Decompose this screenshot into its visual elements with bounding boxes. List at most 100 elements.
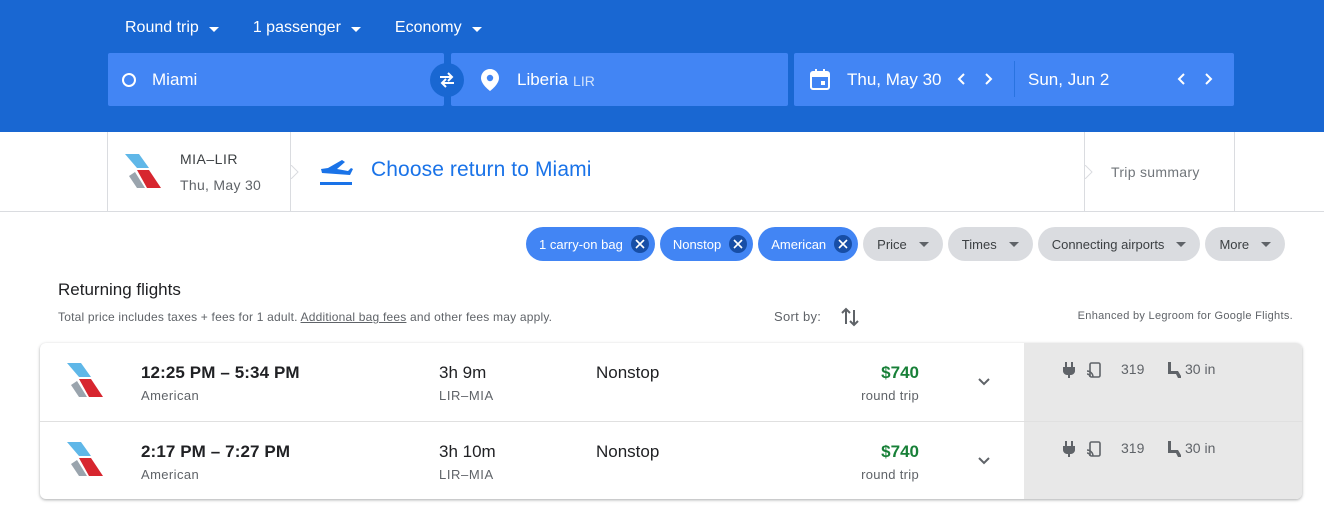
flight-price: $740 <box>881 442 919 461</box>
dropdown-caret-icon <box>471 26 482 32</box>
dropdown-caret-icon <box>918 241 929 247</box>
mobile-stream-icon <box>1087 441 1101 457</box>
filter-chip-nonstop[interactable]: Nonstop <box>659 227 754 261</box>
origin-field[interactable]: Miami <box>108 53 444 106</box>
expand-icon[interactable] <box>976 373 992 389</box>
flight-route: LIR–MIA <box>439 467 494 482</box>
filter-menu-label: Price <box>877 236 907 252</box>
dropdown-caret-icon <box>1261 241 1272 247</box>
swap-icon <box>440 72 454 88</box>
dates-field[interactable]: Thu, May 30 Sun, Jun 2 <box>794 53 1234 106</box>
filter-chip-airline[interactable]: American <box>758 227 859 261</box>
trip-summary-label: Trip summary <box>1111 164 1200 180</box>
flight-times: 2:17 PM – 7:27 PM <box>141 442 291 461</box>
flight-price-type: round trip <box>861 467 919 482</box>
results-title: Returning flights <box>58 280 181 299</box>
trip-summary-step[interactable]: Trip summary <box>1084 132 1235 211</box>
outbound-step[interactable]: MIA–LIR Thu, May 30 <box>107 132 291 211</box>
origin-value: Miami <box>152 69 198 89</box>
date-divider <box>1014 61 1015 97</box>
filter-menu-label: More <box>1219 236 1250 252</box>
sort-icon[interactable] <box>840 306 860 328</box>
legroom-icon <box>1168 362 1181 378</box>
amenities-panel: 319 30 in <box>1024 343 1302 421</box>
return-plane-icon <box>320 160 353 185</box>
flight-duration: 3h 10m <box>439 442 496 461</box>
flight-row[interactable]: 2:17 PM – 7:27 PM American 3h 10m LIR–MI… <box>40 421 1302 499</box>
trip-type-label: Round trip <box>125 19 199 36</box>
dropdown-caret-icon <box>1176 241 1187 247</box>
results-subtitle: Total price includes taxes + fees for 1 … <box>58 310 552 324</box>
flight-list: 12:25 PM – 5:34 PM American 3h 9m LIR–MI… <box>40 343 1302 499</box>
cabin-class-dropdown[interactable]: Economy <box>395 18 482 38</box>
flight-price: $740 <box>881 363 919 382</box>
sort-label: Sort by: <box>774 309 822 324</box>
destination-code: LIR <box>573 72 595 89</box>
chevron-right-icon[interactable] <box>1200 71 1216 87</box>
filter-times-dropdown[interactable]: Times <box>947 227 1033 261</box>
aircraft-type: 319 <box>1121 361 1145 377</box>
flight-times: 12:25 PM – 5:34 PM <box>141 363 300 382</box>
cabin-class-label: Economy <box>394 19 462 36</box>
return-date[interactable]: Sun, Jun 2 <box>1028 70 1109 90</box>
flight-airline: American <box>141 467 200 482</box>
filter-more-dropdown[interactable]: More <box>1205 227 1286 261</box>
filter-connecting-airports-dropdown[interactable]: Connecting airports <box>1037 227 1201 261</box>
flight-airline: American <box>141 388 200 403</box>
expand-icon[interactable] <box>976 452 992 468</box>
filter-chip-label: Nonstop <box>672 236 722 252</box>
filter-chip-label: American <box>771 236 827 252</box>
legroom-icon <box>1168 441 1181 457</box>
legroom-value: 30 in <box>1185 440 1216 456</box>
chevron-left-icon[interactable] <box>1174 71 1190 87</box>
legroom-credit: Enhanced by Legroom for Google Flights. <box>1077 310 1293 322</box>
filter-price-dropdown[interactable]: Price <box>863 227 943 261</box>
booking-steps: MIA–LIR Thu, May 30 Choose return to Mia… <box>0 132 1324 212</box>
origin-circle-icon <box>122 73 136 87</box>
close-icon[interactable] <box>630 235 649 253</box>
flight-stops: Nonstop <box>596 363 660 382</box>
airline-logo-icon <box>67 363 103 397</box>
flight-route: LIR–MIA <box>439 388 494 403</box>
close-icon[interactable] <box>729 235 748 253</box>
filter-chip-carry-on[interactable]: 1 carry-on bag <box>526 227 655 261</box>
destination-field[interactable]: Liberia LIR <box>451 53 788 106</box>
location-pin-icon <box>481 69 499 91</box>
chevron-right-icon[interactable] <box>980 71 996 87</box>
filter-chip-label: 1 carry-on bag <box>539 236 623 252</box>
mobile-stream-icon <box>1087 362 1101 378</box>
aircraft-type: 319 <box>1121 440 1145 456</box>
power-outlet-icon <box>1063 362 1075 378</box>
outbound-date: Thu, May 30 <box>180 177 262 193</box>
subtitle-text: Total price includes taxes + fees for 1 … <box>58 310 301 324</box>
depart-date[interactable]: Thu, May 30 <box>847 70 942 90</box>
flight-row[interactable]: 12:25 PM – 5:34 PM American 3h 9m LIR–MI… <box>40 343 1302 421</box>
legroom-value: 30 in <box>1185 361 1216 377</box>
destination-value: Liberia <box>517 69 569 89</box>
search-header: Round trip 1 passenger Economy Miami Lib… <box>0 0 1324 132</box>
dropdown-caret-icon <box>1008 241 1019 247</box>
current-step-title: Choose return to Miami <box>371 158 592 181</box>
swap-button[interactable] <box>430 63 464 97</box>
flight-price-type: round trip <box>861 388 919 403</box>
chevron-left-icon[interactable] <box>954 71 970 87</box>
step-arrow-icon <box>290 165 299 179</box>
filter-menu-label: Connecting airports <box>1051 236 1165 252</box>
dropdown-caret-icon <box>350 26 361 32</box>
close-icon[interactable] <box>834 235 853 253</box>
amenities-panel: 319 30 in <box>1024 422 1302 499</box>
airline-logo-icon <box>125 154 161 188</box>
flight-stops: Nonstop <box>596 442 660 461</box>
filter-bar: 1 carry-on bag Nonstop American Price Ti… <box>526 227 1286 261</box>
filter-menu-label: Times <box>961 236 997 252</box>
airline-logo-icon <box>67 442 103 476</box>
outbound-route: MIA–LIR <box>180 151 238 167</box>
trip-type-dropdown[interactable]: Round trip <box>125 18 219 38</box>
dropdown-caret-icon <box>208 26 219 32</box>
flight-duration: 3h 9m <box>439 363 487 382</box>
passengers-dropdown[interactable]: 1 passenger <box>253 18 361 38</box>
search-options: Round trip 1 passenger Economy <box>125 18 516 38</box>
bag-fees-link[interactable]: Additional bag fees <box>301 310 407 324</box>
subtitle-text: and other fees may apply. <box>406 310 553 324</box>
power-outlet-icon <box>1063 441 1075 457</box>
